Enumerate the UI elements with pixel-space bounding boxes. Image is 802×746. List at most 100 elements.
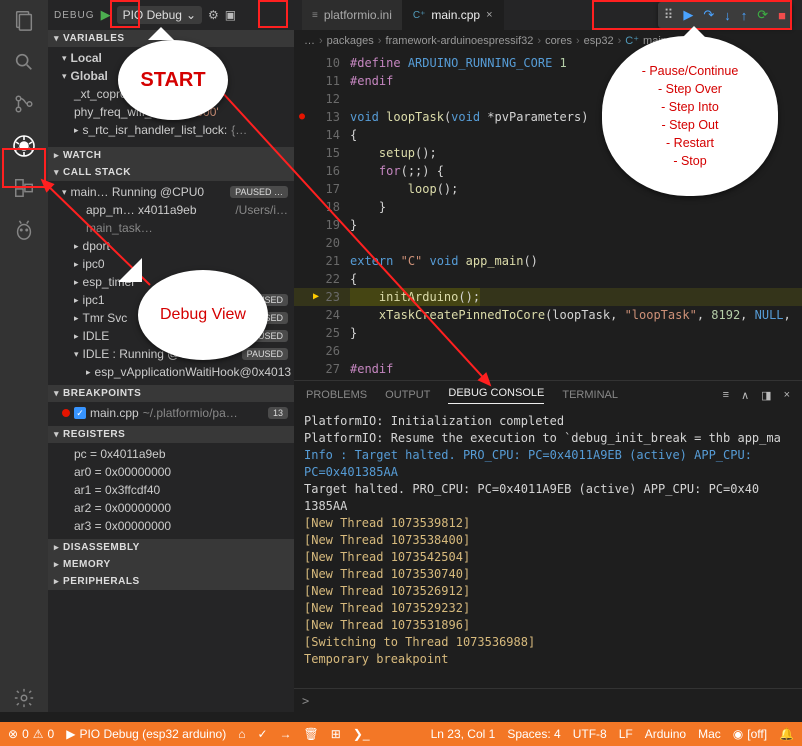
thread-row[interactable]: ▸esp_vApplicationWaitiHook@0x4013 xyxy=(48,363,294,381)
status-terminal-icon[interactable]: ❯_ xyxy=(353,727,370,741)
file-icon: ≡ xyxy=(312,10,318,21)
console-line: [New Thread 1073538400] xyxy=(304,532,792,549)
settings-gear-icon[interactable] xyxy=(10,684,38,712)
code-line[interactable]: 26 xyxy=(294,342,802,360)
explorer-icon[interactable] xyxy=(10,6,38,34)
debug-console[interactable]: PlatformIO: Initialization completedPlat… xyxy=(294,409,802,688)
status-encoding[interactable]: UTF-8 xyxy=(573,727,607,741)
status-bell-icon[interactable]: 🔔 xyxy=(779,727,794,741)
registers-header[interactable]: ▾REGISTERS xyxy=(48,426,294,443)
step-into-icon[interactable]: ↓ xyxy=(724,8,731,23)
code-line[interactable]: 20 xyxy=(294,234,802,252)
console-line: PlatformIO: Resume the execution to `deb… xyxy=(304,430,792,447)
callstack-thread[interactable]: ▾main… Running @CPU0 PAUSED … xyxy=(48,183,294,201)
console-line: [New Thread 1073529232] xyxy=(304,600,792,617)
code-line[interactable]: 18 } xyxy=(294,198,802,216)
tab-main-cpp[interactable]: C⁺ main.cpp × xyxy=(403,0,504,30)
bottom-panel: PROBLEMSOUTPUTDEBUG CONSOLETERMINAL ≡ ∧ … xyxy=(294,380,802,712)
editor-tab-bar: ≡ platformio.ini C⁺ main.cpp × ⠿ ▶ ↷ ↓ ↑… xyxy=(294,0,802,30)
console-line: [New Thread 1073530740] xyxy=(304,566,792,583)
platformio-icon[interactable] xyxy=(10,216,38,244)
register-row: ar2 = 0x00000000 xyxy=(48,499,294,517)
breadcrumb-item[interactable]: framework-arduinoespressif32 xyxy=(385,35,533,47)
stop-icon[interactable]: ■ xyxy=(778,8,786,23)
debug-repl-input[interactable]: > xyxy=(294,688,802,712)
status-clean-icon[interactable]: 🗑 xyxy=(304,727,319,741)
breadcrumb-item[interactable]: cores xyxy=(545,35,572,47)
scm-icon[interactable] xyxy=(10,90,38,118)
section-header[interactable]: ▸PERIPHERALS xyxy=(48,573,294,590)
variable-row xyxy=(48,139,294,143)
status-errors[interactable]: ⊗ 0 ⚠ 0 xyxy=(8,727,54,741)
debug-label: DEBUG xyxy=(54,10,95,21)
stack-frame[interactable]: main_task… xyxy=(48,219,294,237)
status-os[interactable]: Mac xyxy=(698,727,721,741)
breakpoint-checkbox[interactable]: ✓ xyxy=(74,407,86,419)
cpp-file-icon: C⁺ xyxy=(413,10,426,21)
watch-header[interactable]: ▸WATCH xyxy=(48,147,294,164)
thread-status-badge: PAUSED … xyxy=(230,186,288,198)
panel-maximize-icon[interactable]: ◨ xyxy=(761,389,771,402)
panel-tab[interactable]: TERMINAL xyxy=(562,389,618,401)
section-header[interactable]: ▸MEMORY xyxy=(48,556,294,573)
breadcrumb-item[interactable]: esp32 xyxy=(584,35,614,47)
variable-row[interactable]: ▸s_rtc_isr_handler_list_lock: {… xyxy=(48,121,294,139)
breakpoints-header[interactable]: ▾BREAKPOINTS xyxy=(48,385,294,402)
panel-collapse-icon[interactable]: ∧ xyxy=(741,389,749,402)
restart-icon[interactable]: ⟳ xyxy=(757,7,768,23)
code-line[interactable]: 25} xyxy=(294,324,802,342)
status-upload-icon[interactable]: → xyxy=(280,727,292,741)
debug-icon[interactable] xyxy=(10,132,38,160)
debug-settings-icon[interactable]: ⚙ xyxy=(208,8,219,22)
callout-debug-view: Debug View xyxy=(138,270,268,360)
start-debug-icon[interactable]: ▶ xyxy=(101,7,111,23)
code-line[interactable]: 21extern "C" void app_main() xyxy=(294,252,802,270)
status-serial-icon[interactable]: ⊞ xyxy=(331,727,341,741)
breakpoint-item[interactable]: ✓ main.cpp ~/.platformio/pa… 13 xyxy=(48,404,294,422)
status-eol[interactable]: LF xyxy=(619,727,633,741)
close-tab-icon[interactable]: × xyxy=(486,9,492,21)
panel-close-icon[interactable]: × xyxy=(784,389,790,402)
code-line[interactable]: 19} xyxy=(294,216,802,234)
status-cursor-pos[interactable]: Ln 23, Col 1 xyxy=(431,727,496,741)
code-line[interactable]: 27#endif xyxy=(294,360,802,378)
code-line[interactable]: 22{ xyxy=(294,270,802,288)
console-line: 1385AA xyxy=(304,498,792,515)
panel-tab[interactable]: DEBUG CONSOLE xyxy=(448,387,544,404)
status-live-share[interactable]: ◉ [off] xyxy=(733,727,767,741)
breadcrumb-item[interactable]: … xyxy=(304,35,315,47)
status-debug-task[interactable]: ▶ PIO Debug (esp32 arduino) xyxy=(66,727,226,741)
breakpoint-dot-icon xyxy=(62,409,70,417)
breakpoint-line-badge: 13 xyxy=(268,407,288,419)
status-spaces[interactable]: Spaces: 4 xyxy=(507,727,560,741)
register-row: ar3 = 0x00000000 xyxy=(48,517,294,535)
step-out-icon[interactable]: ↑ xyxy=(741,8,748,23)
activity-bar xyxy=(0,0,48,712)
section-header[interactable]: ▸DISASSEMBLY xyxy=(48,539,294,556)
thread-row[interactable]: ▸dport xyxy=(48,237,294,255)
console-line: PC=0x401385AA xyxy=(304,464,792,481)
callstack-header[interactable]: ▾CALL STACK xyxy=(48,164,294,181)
drag-handle-icon[interactable]: ⠿ xyxy=(664,7,674,23)
console-line: Temporary breakpoint xyxy=(304,651,792,668)
status-build-icon[interactable]: ✓ xyxy=(257,727,267,741)
thread-row[interactable]: ▸ipc0 xyxy=(48,255,294,273)
panel-tab[interactable]: PROBLEMS xyxy=(306,389,367,401)
panel-tab-bar: PROBLEMSOUTPUTDEBUG CONSOLETERMINAL ≡ ∧ … xyxy=(294,381,802,409)
callout-start: START xyxy=(118,40,228,120)
extensions-icon[interactable] xyxy=(10,174,38,202)
stack-frame[interactable]: app_m… x4011a9eb/Users/i… xyxy=(48,201,294,219)
console-line: [New Thread 1073539812] xyxy=(304,515,792,532)
status-language[interactable]: Arduino xyxy=(645,727,686,741)
clear-console-icon[interactable]: ≡ xyxy=(723,389,729,402)
debug-console-icon[interactable]: ▣ xyxy=(225,8,236,22)
console-line: [New Thread 1073542504] xyxy=(304,549,792,566)
code-line[interactable]: ▶23 initArduino(); xyxy=(294,288,802,306)
code-line[interactable]: 24 xTaskCreatePinnedToCore(loopTask, "lo… xyxy=(294,306,802,324)
tab-platformio-ini[interactable]: ≡ platformio.ini xyxy=(302,0,403,30)
search-icon[interactable] xyxy=(10,48,38,76)
register-row: ar0 = 0x00000000 xyxy=(48,463,294,481)
status-home-icon[interactable]: ⌂ xyxy=(238,727,245,741)
breadcrumb-item[interactable]: packages xyxy=(327,35,374,47)
panel-tab[interactable]: OUTPUT xyxy=(385,389,430,401)
